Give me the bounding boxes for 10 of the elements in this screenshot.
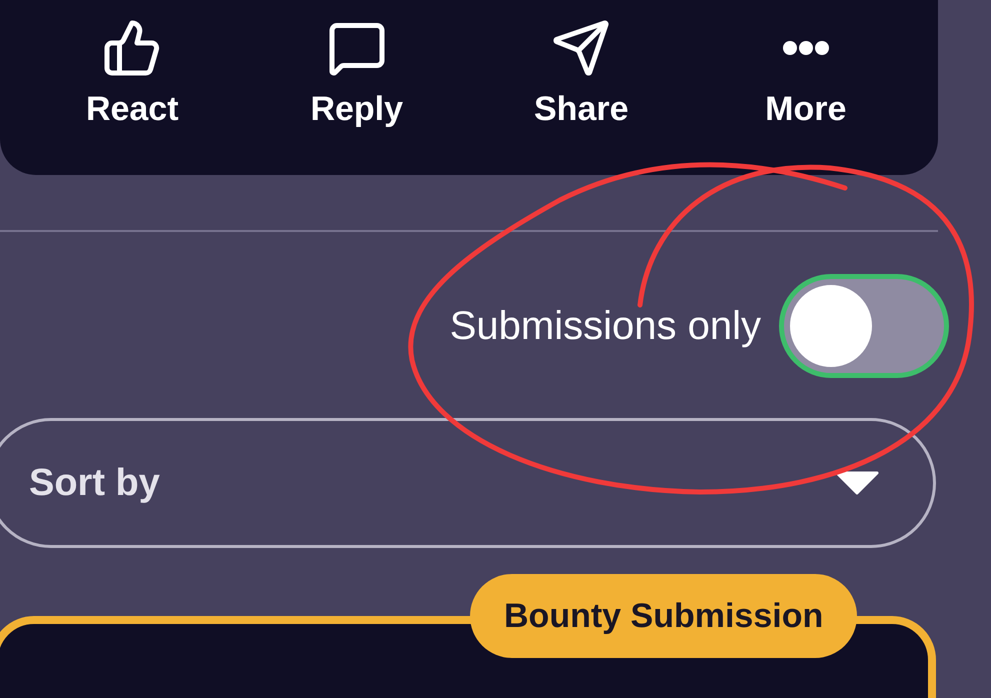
caret-icon <box>835 471 879 495</box>
sort-dropdown[interactable]: Sort by <box>0 418 936 548</box>
action-button[interactable]: More <box>716 18 896 135</box>
more-icon <box>782 41 829 55</box>
paper-plane-icon <box>551 18 612 78</box>
action-button[interactable]: Reply <box>266 18 447 135</box>
action-button[interactable]: React <box>42 18 222 135</box>
toggle-label: Submissions only <box>450 303 761 350</box>
bounty-badge: Bounty Submission <box>470 574 858 658</box>
action-button[interactable]: Share <box>491 18 672 135</box>
